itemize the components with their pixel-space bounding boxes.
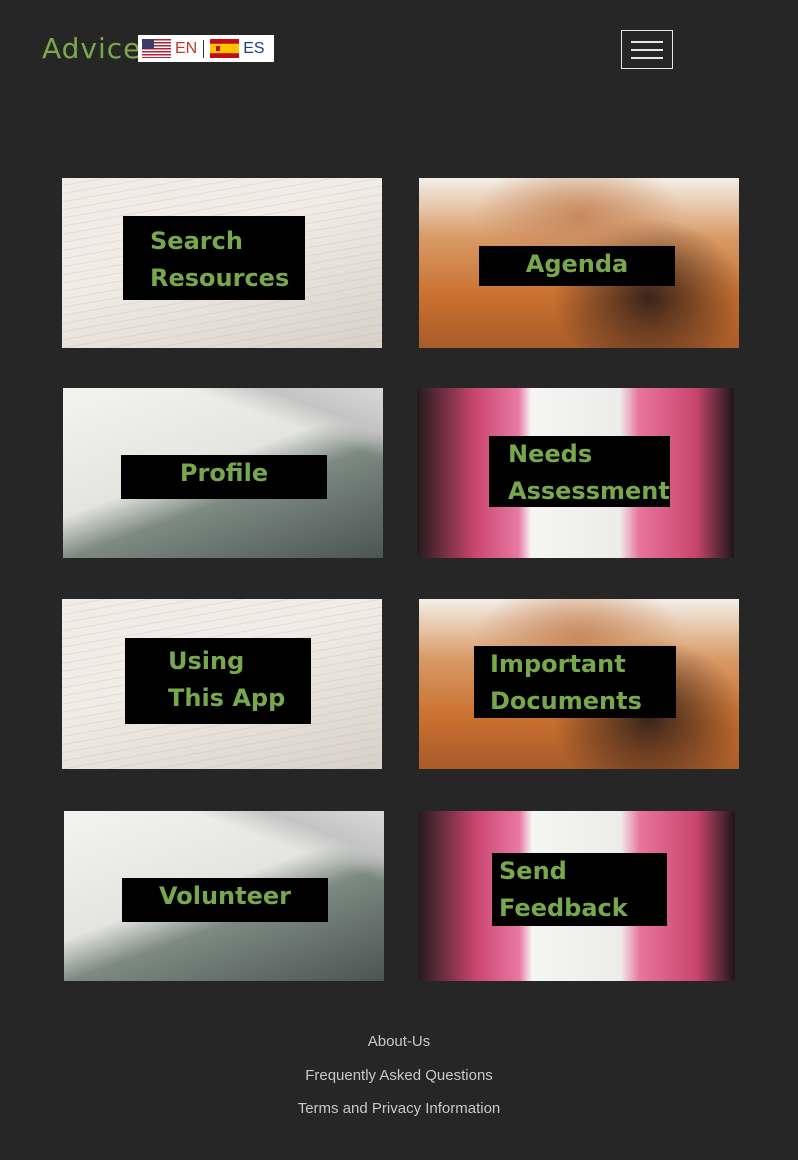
language-divider	[203, 39, 205, 58]
tile-label[interactable]: Send Feedback	[492, 853, 667, 926]
tile-label-line1: Profile	[179, 459, 269, 487]
tile-send-feedback[interactable]: Send Feedback	[418, 811, 735, 981]
tile-label-line1: Search	[150, 227, 243, 255]
tile-label-line2: Documents	[490, 687, 642, 715]
brand-title[interactable]: Advice	[42, 32, 141, 65]
tile-label-line1: Important	[490, 650, 626, 678]
us-flag-icon	[142, 39, 171, 58]
tile-label-line1: Needs	[508, 440, 593, 468]
hamburger-menu-icon	[631, 48, 663, 51]
tile-label-line2: Resources	[150, 264, 290, 292]
tile-label[interactable]: Needs Assessment	[489, 436, 670, 507]
tile-search-resources[interactable]: Search Resources	[62, 178, 382, 348]
footer-link-terms[interactable]: Terms and Privacy Information	[0, 1100, 798, 1117]
tile-label-line1: Using	[168, 647, 245, 675]
tile-needs-assessment[interactable]: Needs Assessment	[417, 388, 734, 558]
tile-label[interactable]: Search Resources	[123, 216, 305, 300]
tile-label[interactable]: Using This App	[125, 638, 311, 724]
language-code-es: ES	[243, 39, 265, 57]
spain-flag-icon	[210, 39, 240, 58]
tile-label[interactable]: Agenda	[479, 246, 675, 286]
tile-label[interactable]: Volunteer	[122, 878, 328, 922]
footer-link-about[interactable]: About-Us	[0, 1033, 798, 1050]
language-code-en: EN	[175, 39, 198, 57]
tile-agenda[interactable]: Agenda	[419, 178, 739, 348]
language-option-en[interactable]: EN	[138, 35, 201, 62]
tile-label[interactable]: Profile	[121, 455, 327, 499]
tile-label[interactable]: Important Documents	[474, 646, 676, 718]
footer-link-faq[interactable]: Frequently Asked Questions	[0, 1067, 798, 1084]
language-selector: EN ES	[138, 35, 274, 62]
tile-label-line2: This App	[168, 684, 286, 712]
tile-important-documents[interactable]: Important Documents	[419, 599, 739, 769]
tile-profile[interactable]: Profile	[63, 388, 383, 558]
tile-label-line1: Send	[499, 857, 567, 885]
hamburger-menu-icon	[631, 56, 663, 59]
language-option-es[interactable]: ES	[206, 35, 268, 62]
tile-volunteer[interactable]: Volunteer	[64, 811, 384, 981]
hamburger-menu-icon	[631, 40, 663, 43]
tile-label-line1: Volunteer	[158, 882, 291, 910]
tile-label-line2: Feedback	[499, 894, 628, 922]
hamburger-menu-button[interactable]	[621, 30, 673, 69]
tile-using-this-app[interactable]: Using This App	[62, 599, 382, 769]
tile-label-line2: Assessment	[508, 477, 670, 505]
tile-label-line1: Agenda	[525, 250, 629, 278]
